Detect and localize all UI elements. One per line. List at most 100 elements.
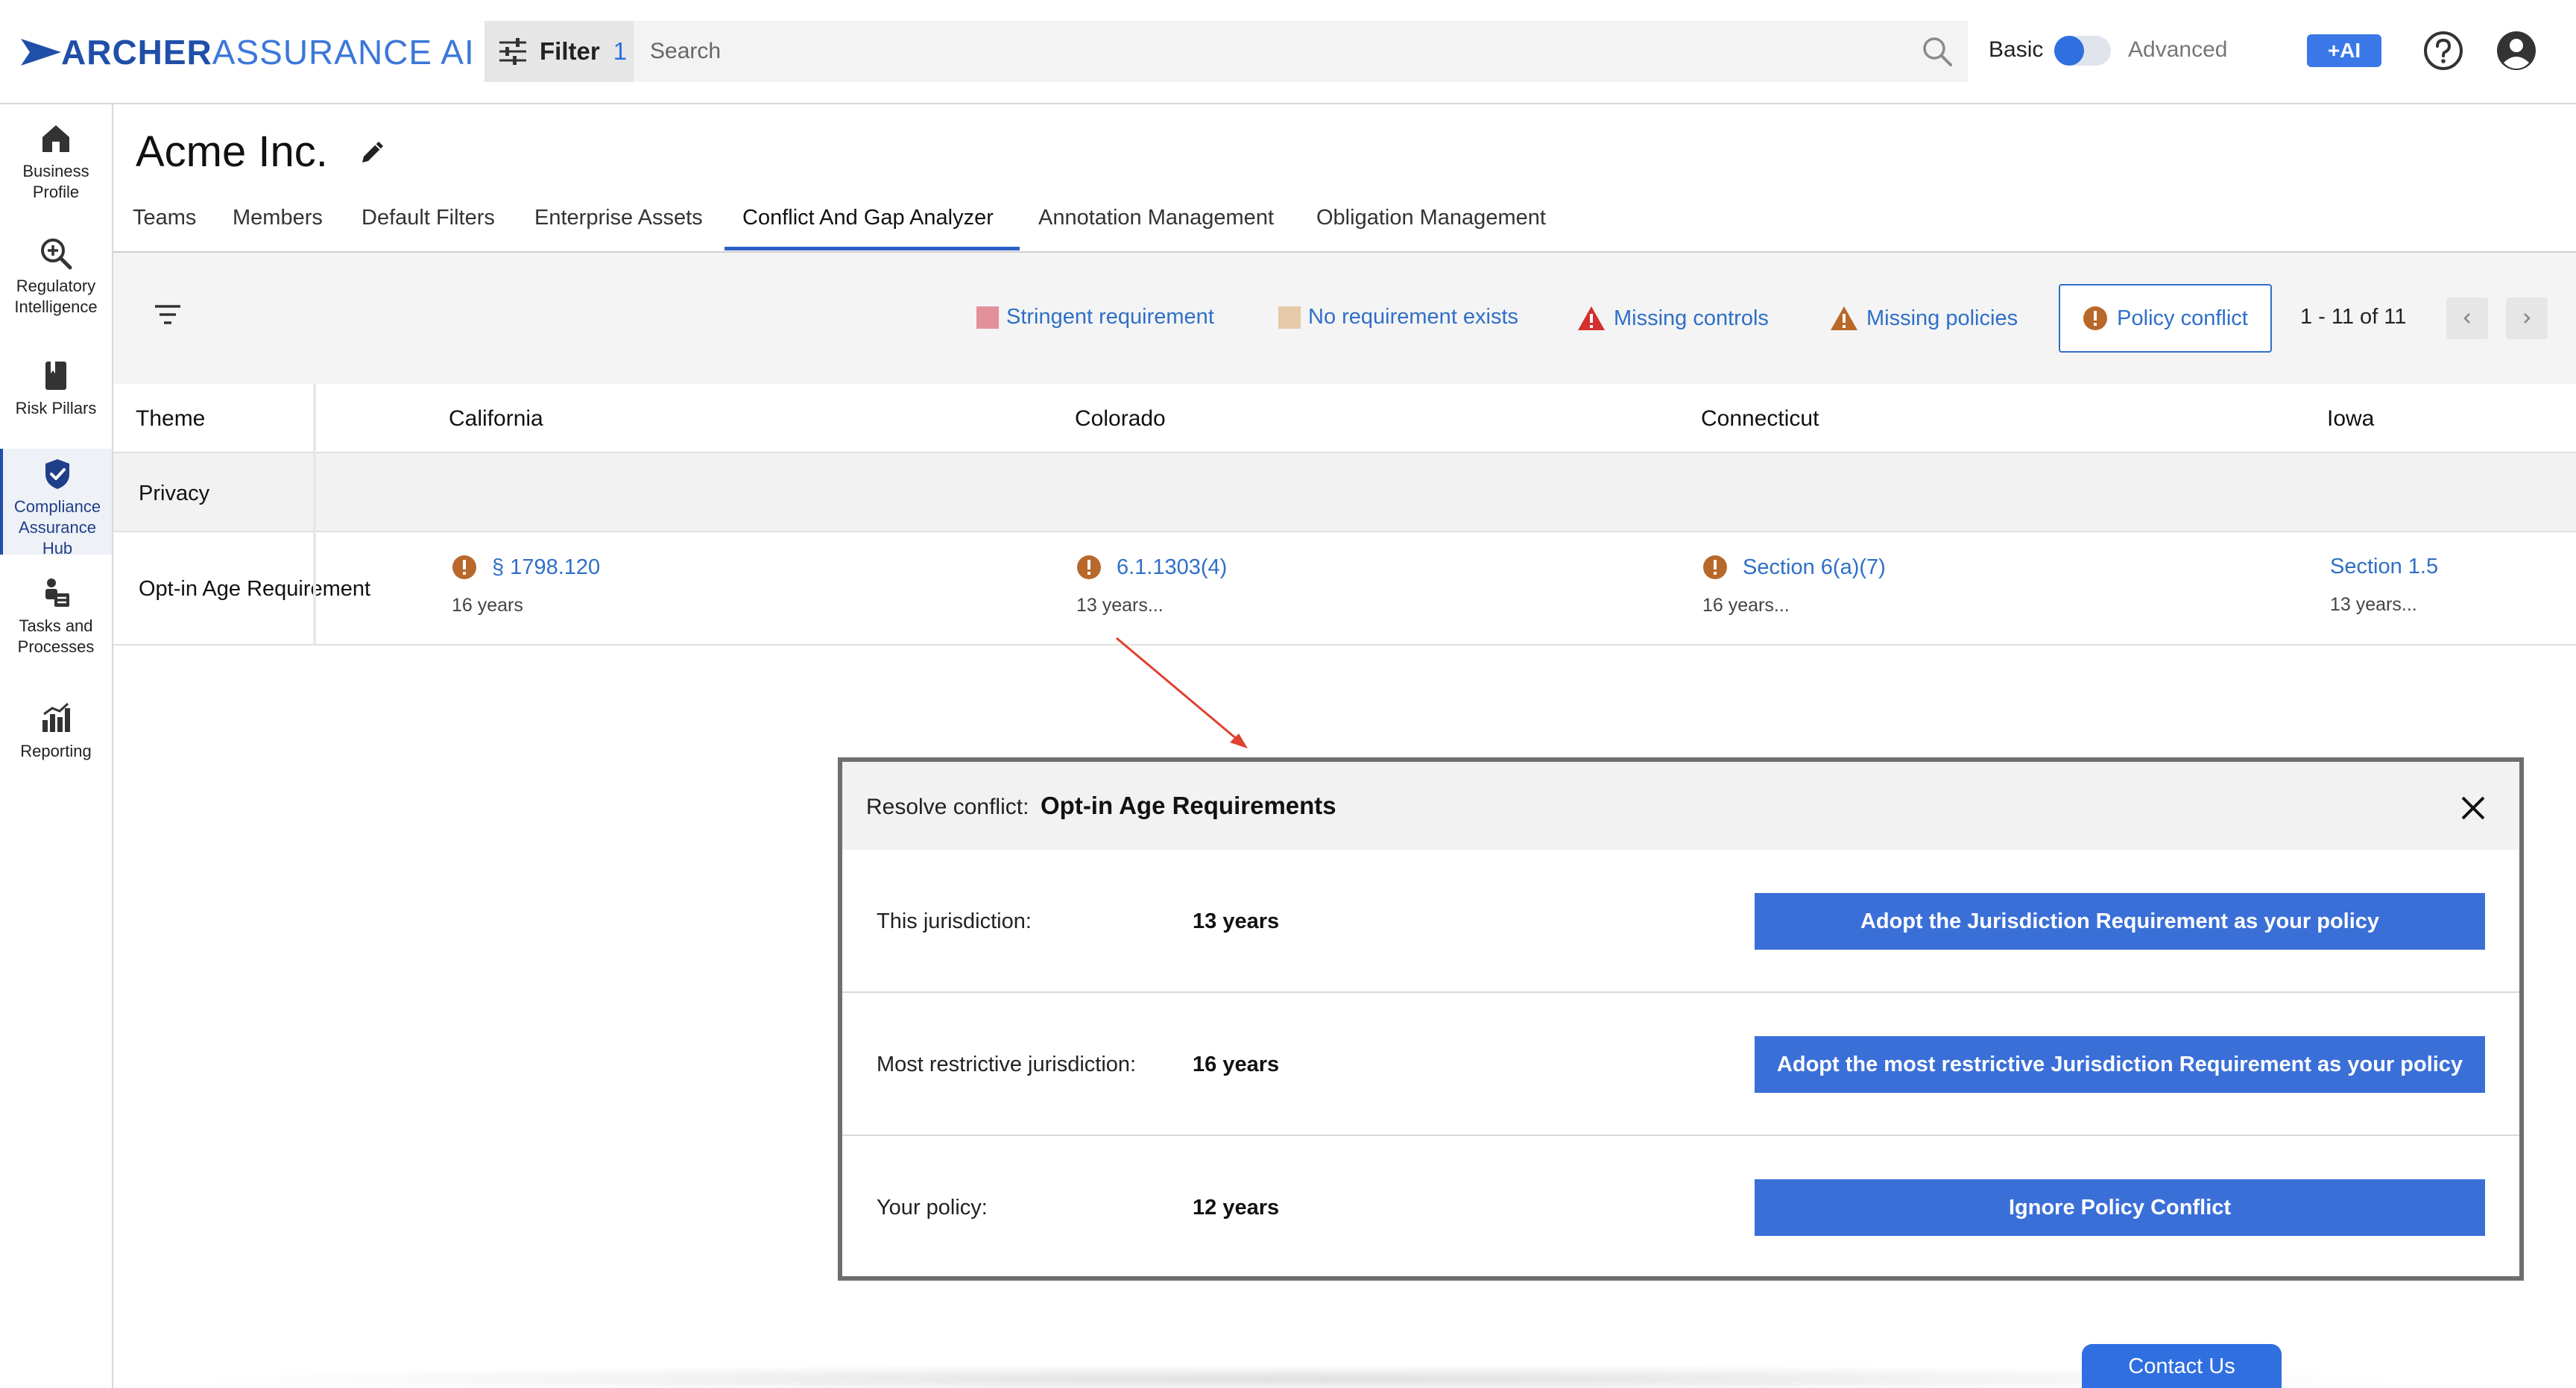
top-bar: ARCHERASSURANCE AI Filter 1 Basic Advanc… bbox=[0, 0, 2576, 104]
sidebar-item-label: Risk Pillars bbox=[15, 399, 97, 417]
home-icon bbox=[42, 125, 69, 152]
mode-toggle[interactable] bbox=[2054, 36, 2111, 66]
filter-list-icon[interactable] bbox=[154, 302, 182, 327]
group-label: Privacy bbox=[139, 482, 210, 505]
pencil-edit-icon[interactable] bbox=[358, 137, 388, 167]
requirement-link[interactable]: § 1798.120 bbox=[452, 555, 600, 580]
page-title: Acme Inc. bbox=[136, 127, 328, 176]
legend-stringent-requirement[interactable]: Stringent requirement bbox=[976, 305, 1214, 329]
shield-check-icon bbox=[45, 459, 69, 489]
tab-obligation-management[interactable]: Obligation Management bbox=[1316, 206, 1546, 230]
conflict-alert-icon bbox=[1077, 555, 1101, 579]
requirement-link[interactable]: 6.1.1303(4) bbox=[1076, 555, 1227, 580]
sidebar-item-label: Compliance bbox=[13, 497, 101, 516]
sidebar-item-label: Business bbox=[22, 162, 89, 180]
requirement-link[interactable]: Section 1.5 bbox=[2330, 555, 2438, 579]
tab-members[interactable]: Members bbox=[233, 206, 323, 230]
theme-column-divider bbox=[313, 384, 316, 645]
chevron-left-icon bbox=[2463, 313, 2470, 324]
tab-teams[interactable]: Teams bbox=[133, 206, 196, 230]
adopt-jurisdiction-requirement-button[interactable]: Adopt the Jurisdiction Requirement as yo… bbox=[1755, 893, 2485, 950]
next-page-button[interactable] bbox=[2506, 297, 2548, 339]
chevron-right-icon bbox=[2524, 313, 2531, 324]
requirement-summary: 16 years... bbox=[1702, 595, 1790, 616]
sidebar: Business Profile Regulatory Intelligence… bbox=[0, 104, 113, 1388]
legend-label: Missing policies bbox=[1866, 306, 2018, 330]
tab-annotation-management[interactable]: Annotation Management bbox=[1038, 206, 1274, 230]
user-avatar-icon[interactable] bbox=[2496, 30, 2537, 72]
dialog-row-value: 16 years bbox=[1193, 1053, 1280, 1076]
ignore-policy-conflict-button[interactable]: Ignore Policy Conflict bbox=[1755, 1179, 2485, 1236]
conflict-alert-icon bbox=[452, 555, 476, 579]
sidebar-item-risk-pillars[interactable]: Risk Pillars bbox=[0, 358, 112, 419]
requirement-link-text: Section 1.5 bbox=[2330, 555, 2439, 578]
dialog-row-value: 12 years bbox=[1193, 1196, 1280, 1220]
requirement-link-text: 6.1.1303(4) bbox=[1117, 555, 1228, 579]
legend-no-requirement-exists[interactable]: No requirement exists bbox=[1278, 305, 1518, 329]
contact-us-label: Contact Us bbox=[2128, 1354, 2235, 1378]
archer-logo-mark-icon bbox=[21, 39, 61, 66]
book-icon bbox=[45, 362, 66, 390]
sidebar-item-label: Assurance bbox=[19, 518, 96, 537]
sidebar-item-tasks-and-processes[interactable]: Tasks and Processes bbox=[0, 575, 112, 657]
search-input[interactable] bbox=[650, 39, 1880, 64]
dialog-row-label: This jurisdiction: bbox=[877, 909, 1032, 933]
logo-text-assurance: ASSURANCE AI bbox=[212, 33, 475, 72]
table-cell-connecticut: Section 6(a)(7) 16 years... bbox=[1702, 555, 1886, 616]
column-header-connecticut: Connecticut bbox=[1701, 406, 1819, 431]
search-bar bbox=[634, 21, 1968, 82]
search-icon[interactable] bbox=[1922, 36, 1953, 67]
dialog-header: Resolve conflict: Opt-in Age Requirement… bbox=[842, 762, 2519, 850]
table-cell-iowa: Section 1.5 13 years... bbox=[2330, 555, 2438, 616]
table-cell-colorado: 6.1.1303(4) 13 years... bbox=[1076, 555, 1227, 616]
sidebar-item-compliance-assurance-hub[interactable]: Compliance Assurance Hub bbox=[0, 449, 112, 558]
requirement-link-text: § 1798.120 bbox=[492, 555, 601, 579]
ai-button[interactable]: +AI bbox=[2307, 34, 2381, 67]
tab-enterprise-assets[interactable]: Enterprise Assets bbox=[534, 206, 703, 230]
requirement-link[interactable]: Section 6(a)(7) bbox=[1702, 555, 1886, 580]
legend-swatch-beige bbox=[1278, 306, 1301, 329]
filter-button[interactable]: Filter 1 bbox=[484, 21, 634, 82]
dialog-row-most-restrictive: Most restrictive jurisdiction: 16 years … bbox=[842, 993, 2519, 1136]
mode-advanced-label: Advanced bbox=[2128, 37, 2228, 62]
dialog-row-label: Your policy: bbox=[877, 1196, 988, 1220]
contact-us-button[interactable]: Contact Us bbox=[2082, 1344, 2282, 1388]
requirement-link-text: Section 6(a)(7) bbox=[1743, 555, 1886, 579]
tasks-icon bbox=[45, 578, 69, 607]
column-header-california: California bbox=[449, 406, 543, 431]
legend-swatch-pink bbox=[976, 306, 999, 329]
archer-logo[interactable]: ARCHER ASSURANCE AI bbox=[21, 33, 475, 72]
legend-policy-conflict[interactable]: Policy conflict bbox=[2059, 284, 2272, 353]
row-label: Opt-in Age Requirement bbox=[139, 577, 371, 601]
legend-missing-controls[interactable]: Missing controls bbox=[1576, 305, 1769, 332]
bar-chart-icon bbox=[42, 702, 70, 732]
adopt-most-restrictive-button[interactable]: Adopt the most restrictive Jurisdiction … bbox=[1755, 1036, 2485, 1093]
ai-button-label: +AI bbox=[2327, 39, 2361, 62]
tab-conflict-and-gap-analyzer[interactable]: Conflict And Gap Analyzer bbox=[742, 206, 994, 230]
warning-triangle-orange-icon bbox=[1831, 306, 1857, 330]
table-group-row: Privacy bbox=[113, 453, 2576, 532]
pagination-text: 1 - 11 of 11 bbox=[2300, 305, 2407, 329]
legend-toolbar: Stringent requirement No requirement exi… bbox=[113, 253, 2576, 384]
dialog-row-label: Most restrictive jurisdiction: bbox=[877, 1053, 1137, 1076]
column-header-colorado: Colorado bbox=[1075, 406, 1166, 431]
sidebar-item-label: Intelligence bbox=[14, 297, 98, 316]
sidebar-item-regulatory-intelligence[interactable]: Regulatory Intelligence bbox=[0, 236, 112, 318]
sidebar-item-label: Tasks and bbox=[19, 616, 93, 635]
tab-default-filters[interactable]: Default Filters bbox=[362, 206, 495, 230]
toggle-knob bbox=[2054, 36, 2084, 66]
table-cell-california: § 1798.120 16 years bbox=[452, 555, 600, 616]
help-icon[interactable] bbox=[2422, 30, 2464, 72]
legend-missing-policies[interactable]: Missing policies bbox=[1829, 305, 2018, 332]
resolve-conflict-dialog: Resolve conflict: Opt-in Age Requirement… bbox=[838, 757, 2524, 1281]
sidebar-item-label: Profile bbox=[32, 183, 80, 201]
prev-page-button[interactable] bbox=[2446, 297, 2488, 339]
legend-label: Missing controls bbox=[1614, 306, 1769, 330]
dialog-title-prefix: Resolve conflict: bbox=[866, 795, 1029, 819]
close-icon[interactable] bbox=[2458, 793, 2488, 823]
table-row: Opt-in Age Requirement § 1798.120 16 yea… bbox=[113, 534, 2576, 646]
sidebar-item-business-profile[interactable]: Business Profile bbox=[0, 121, 112, 203]
sidebar-item-reporting[interactable]: Reporting bbox=[0, 701, 112, 762]
sidebar-item-label: Reporting bbox=[20, 742, 92, 760]
legend-label: No requirement exists bbox=[1308, 305, 1519, 329]
